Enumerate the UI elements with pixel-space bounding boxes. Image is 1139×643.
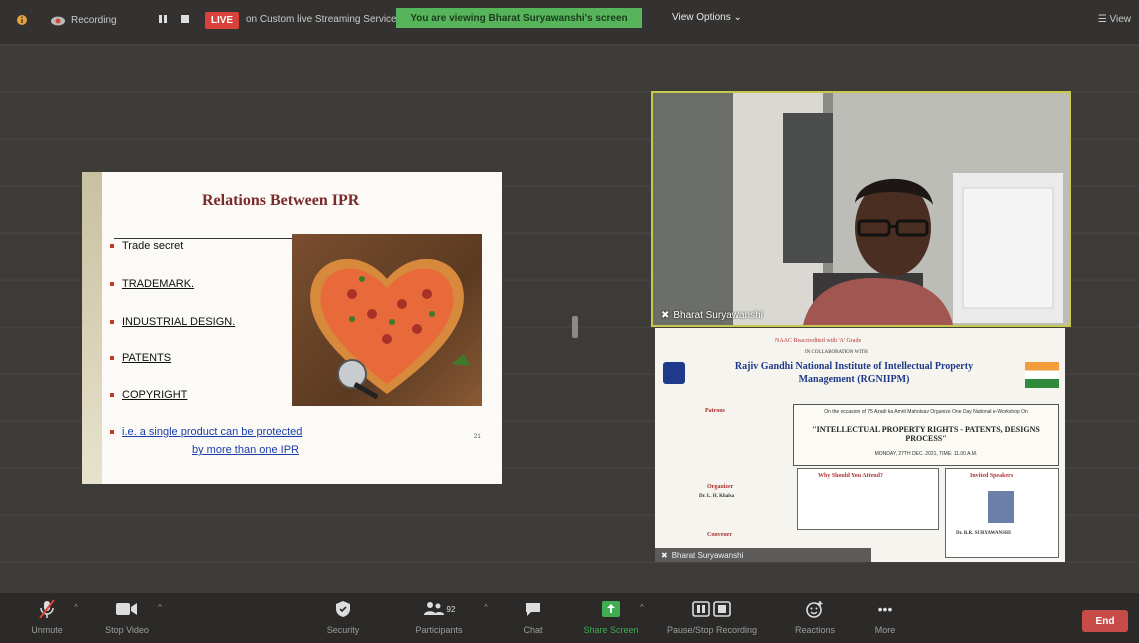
slide-divider [114, 238, 294, 239]
view-button[interactable]: ☰ View [1098, 14, 1131, 25]
poster-tile-name-tag: ✖ Bharat Suryawanshi [655, 548, 871, 562]
share-screen-icon [602, 599, 620, 619]
azadi-logo-icon [1025, 362, 1059, 388]
slide-bullet: COPYRIGHT [110, 389, 187, 401]
participants-button[interactable]: 92 Participants [400, 599, 478, 641]
poster-speaker-label: Invited Speakers [970, 473, 1014, 479]
poster-tile-name: Bharat Suryawanshi [671, 550, 744, 560]
mic-muted-icon: ✖ [661, 310, 670, 321]
share-screen-label: Share Screen [583, 625, 639, 635]
participants-count: 92 [446, 604, 456, 614]
pause-stop-icon [692, 599, 732, 619]
recording-indicator: Recording [50, 14, 117, 26]
poster-organizer-label: Organizer [707, 484, 734, 490]
poster-institute: Rajiv Gandhi National Institute of Intel… [734, 361, 974, 385]
top-bar: Recording LIVE on Custom live Streaming … [0, 0, 1139, 44]
unmute-label: Unmute [31, 625, 63, 635]
poster-speaker-box: Invited Speakers Dr. B.R. SURYAWANSHI [945, 468, 1059, 558]
more-dots-icon: ••• [877, 601, 893, 617]
chat-button[interactable]: Chat [494, 599, 572, 641]
poster-why-box: Why Should You Attend? [797, 468, 939, 530]
bullet-text: Trade secret [122, 240, 184, 252]
view-options-label: View Options [672, 12, 731, 23]
slide-title: Relations Between IPR [202, 192, 360, 209]
grid-view-icon: ☰ [1097, 14, 1107, 25]
view-options-button[interactable]: View Options ⌄ [672, 12, 742, 23]
speaker-video-feed [653, 93, 1069, 325]
end-meeting-button[interactable]: End [1082, 610, 1128, 632]
slide-note: i.e. a single product can be protected [110, 426, 302, 438]
share-screen-button[interactable]: Share Screen [572, 599, 650, 641]
bullet-text: COPYRIGHT [122, 389, 188, 401]
mic-muted-icon: ✖ [661, 550, 668, 560]
pause-recording-button[interactable]: Pause/Stop Recording [664, 599, 760, 641]
recording-cloud-icon [51, 16, 65, 26]
poster-patron-label: Patrons [705, 408, 725, 414]
video-camera-icon [116, 599, 138, 619]
streaming-label: on Custom live Streaming Service [246, 14, 397, 25]
slide-note-line1: i.e. a single product can be protected [122, 426, 303, 438]
reactions-smiley-icon [806, 599, 824, 619]
speaker-name-tag: ✖ Bharat Suryawanshi [661, 310, 763, 321]
meeting-toolbar: Unmute ^ Stop Video ^ Security 92 Partic… [0, 593, 1139, 643]
slide-bullet: PATENTS [110, 352, 171, 364]
participants-icon: 92 [423, 599, 456, 619]
poster-organizer-name: Dr. L. H. Khalsa [699, 494, 735, 499]
participants-label: Participants [415, 625, 463, 635]
recording-label: Recording [71, 14, 117, 26]
slide-note-line2: by more than one IPR [192, 444, 300, 456]
stop-recording-icon[interactable] [180, 14, 190, 24]
slide-bullet: Trade secret [110, 240, 183, 252]
slide-bullet: TRADEMARK. [110, 278, 194, 290]
slide-bullet: INDUSTRIAL DESIGN. [110, 316, 235, 328]
poster-speaker-name: Dr. B.R. SURYAWANSHI [956, 531, 1011, 536]
more-button[interactable]: ••• More [846, 599, 924, 641]
poster-collab: IN COLLABORATION WITH [805, 350, 868, 355]
bullet-text: TRADEMARK. [122, 278, 195, 290]
more-label: More [874, 625, 896, 635]
live-badge[interactable]: LIVE [205, 12, 239, 29]
heart-pizza-image [292, 234, 482, 406]
security-button[interactable]: Security [304, 599, 382, 641]
poster-naac: NAAC Reaccredited with 'A' Grade [775, 338, 862, 344]
security-label: Security [326, 625, 360, 635]
poster-date: MONDAY, 27TH DEC. 2021, TIME: 11.00 A.M. [874, 451, 978, 457]
view-label: View [1109, 14, 1132, 25]
chat-bubble-icon [525, 599, 541, 619]
speaker-photo [988, 491, 1014, 523]
participants-caret-icon[interactable]: ^ [484, 603, 488, 612]
workshop-poster-tile[interactable]: NAAC Reaccredited with 'A' Grade IN COLL… [655, 328, 1065, 562]
bullet-text: INDUSTRIAL DESIGN. [122, 316, 236, 328]
audio-options-caret-icon[interactable]: ^ [74, 603, 78, 612]
shared-slide: Relations Between IPR Trade secret TRADE… [82, 172, 502, 484]
poster-event-box: On the occasion of 75 Azadi ka Amrit Mah… [793, 404, 1059, 466]
speaker-video-tile[interactable]: ✖ Bharat Suryawanshi [651, 91, 1071, 327]
stop-video-label: Stop Video [105, 625, 149, 635]
slide-page-number: 21 [474, 434, 481, 440]
speaker-name: Bharat Suryawanshi [673, 310, 763, 321]
chat-label: Chat [523, 625, 543, 635]
shield-icon [335, 599, 351, 619]
slide-decor-stripe [82, 172, 102, 484]
info-icon[interactable] [16, 14, 28, 26]
viewing-banner: You are viewing Bharat Suryawanshi's scr… [396, 8, 642, 28]
pause-recording-icon[interactable] [158, 14, 168, 24]
pause-recording-label: Pause/Stop Recording [666, 625, 758, 635]
poster-event-title: "INTELLECTUAL PROPERTY RIGHTS - PATENTS,… [812, 425, 1040, 443]
video-options-caret-icon[interactable]: ^ [158, 603, 162, 612]
stop-video-button[interactable]: Stop Video [88, 599, 166, 641]
chevron-down-icon: ⌄ [733, 12, 742, 23]
poster-occasion: On the occasion of 75 Azadi ka Amrit Mah… [824, 409, 1028, 415]
institute-logo-icon [663, 362, 685, 384]
reactions-label: Reactions [794, 625, 836, 635]
share-options-caret-icon[interactable]: ^ [640, 603, 644, 612]
split-resize-handle[interactable] [572, 316, 578, 338]
poster-convener-label: Convener [707, 532, 732, 538]
bullet-text: PATENTS [122, 352, 172, 364]
reactions-button[interactable]: Reactions [776, 599, 854, 641]
microphone-muted-icon [39, 599, 55, 619]
poster-why-label: Why Should You Attend? [818, 473, 883, 479]
